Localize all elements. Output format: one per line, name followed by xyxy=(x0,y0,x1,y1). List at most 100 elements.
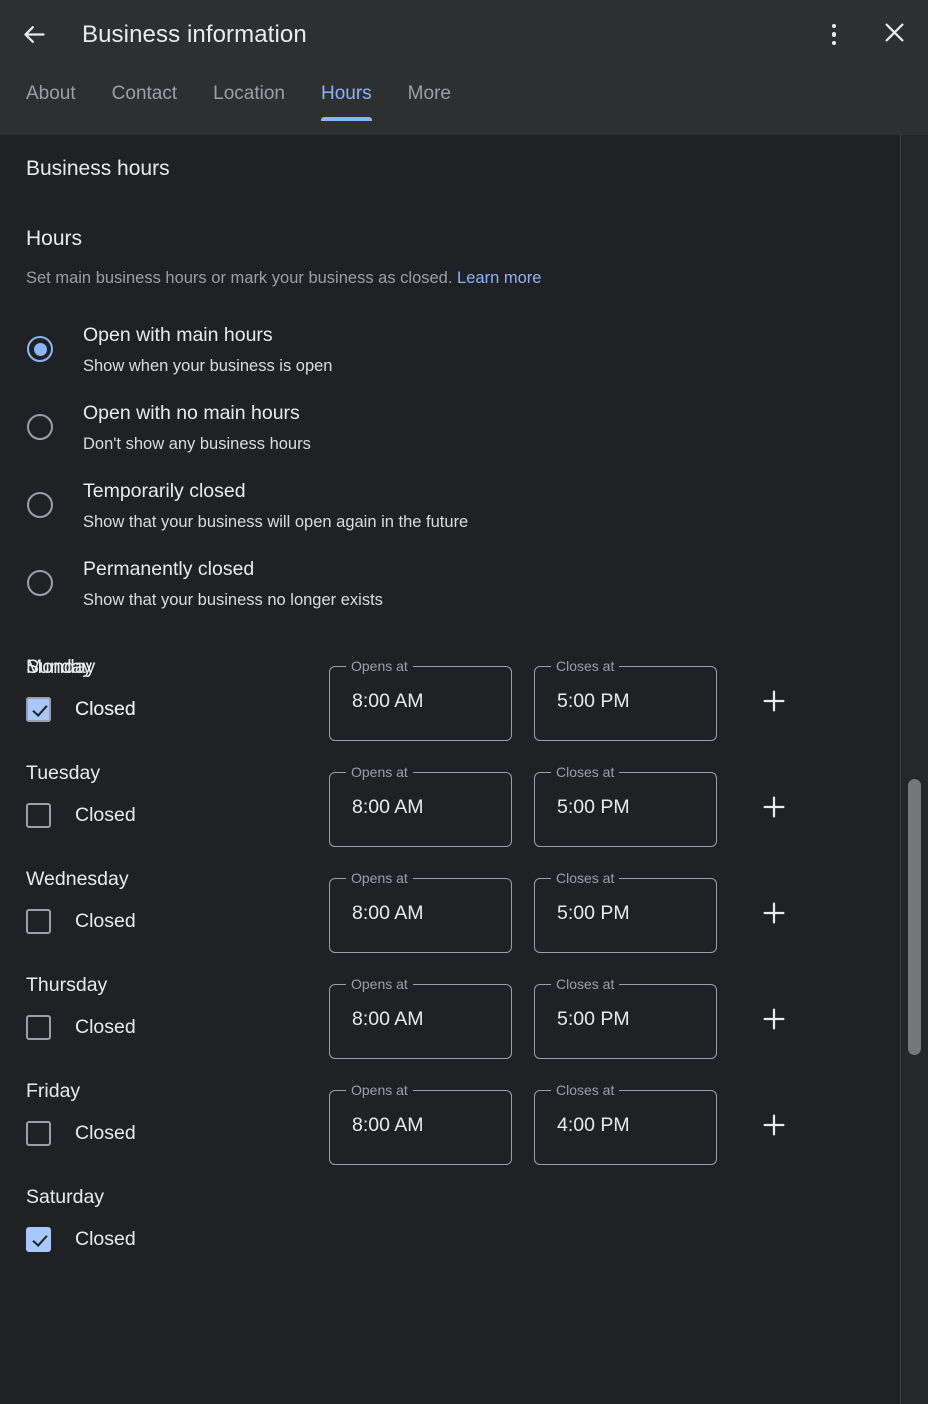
header-top-bar: Business information xyxy=(0,0,928,69)
opens-at-value: 8:00 AM xyxy=(352,1007,424,1030)
closes-at-field-tuesday[interactable]: Closes at 5:00 PM xyxy=(534,763,717,847)
day-row-monday: Monday Closed Opens at 8:00 AM Closes at… xyxy=(26,655,874,741)
closes-at-field-thursday[interactable]: Closes at 5:00 PM xyxy=(534,975,717,1059)
time-fields-thursday: Opens at 8:00 AM Closes at 5:00 PM xyxy=(329,975,800,1059)
radio-indicator[interactable] xyxy=(27,492,53,519)
radio-texts: Open with no main hours Don't show any b… xyxy=(83,402,311,455)
closes-at-value: 5:00 PM xyxy=(557,689,630,712)
closed-checkbox-wednesday[interactable]: Closed xyxy=(26,909,306,935)
closed-checkbox-saturday[interactable]: Closed xyxy=(26,1227,306,1253)
active-tab-indicator xyxy=(320,117,372,121)
closes-at-field-friday[interactable]: Closes at 4:00 PM xyxy=(534,1081,717,1165)
radio-indicator[interactable] xyxy=(27,336,53,363)
checkbox-indicator[interactable] xyxy=(26,697,51,723)
business-information-dialog: Business information About Contact Locat… xyxy=(0,0,928,1404)
tab-location[interactable]: Location xyxy=(195,69,303,121)
radio-option-temporarily-closed[interactable]: Temporarily closed Show that your busine… xyxy=(26,480,874,533)
radio-sublabel: Don't show any business hours xyxy=(83,435,311,454)
arrow-back-icon xyxy=(21,21,48,48)
add-hours-button-thursday[interactable] xyxy=(748,996,800,1048)
checkbox-indicator[interactable] xyxy=(26,1227,51,1253)
radio-texts: Permanently closed Show that your busine… xyxy=(83,558,383,611)
day-row-thursday: Thursday Closed Opens at 8:00 AM Closes … xyxy=(26,973,874,1059)
radio-sublabel: Show that your business will open again … xyxy=(83,513,469,532)
time-fields-wednesday: Opens at 8:00 AM Closes at 5:00 PM xyxy=(329,869,800,953)
vertical-scrollbar-track[interactable] xyxy=(900,135,928,1404)
tab-hours[interactable]: Hours xyxy=(303,69,390,121)
radio-option-open-with-main-hours[interactable]: Open with main hours Show when your busi… xyxy=(26,324,874,377)
closed-checkbox-monday[interactable]: Closed xyxy=(26,697,306,723)
closes-at-value: 5:00 PM xyxy=(557,1007,630,1030)
opens-at-value: 8:00 AM xyxy=(352,689,424,712)
day-row-wednesday: Wednesday Closed Opens at 8:00 AM Closes… xyxy=(26,867,874,953)
day-name: Monday xyxy=(26,655,96,678)
day-name: Tuesday xyxy=(26,761,101,784)
tab-contact[interactable]: Contact xyxy=(94,69,195,121)
day-name: Thursday xyxy=(26,973,108,996)
opens-at-field-wednesday[interactable]: Opens at 8:00 AM xyxy=(329,869,512,953)
time-fields-tuesday: Opens at 8:00 AM Closes at 5:00 PM xyxy=(329,763,800,847)
checkbox-indicator[interactable] xyxy=(26,1015,51,1041)
hours-description: Set main business hours or mark your bus… xyxy=(26,268,874,289)
closes-at-value: 5:00 PM xyxy=(557,795,630,818)
closes-at-field-wednesday[interactable]: Closes at 5:00 PM xyxy=(534,869,717,953)
close-button[interactable] xyxy=(872,13,916,57)
closes-at-field-monday[interactable]: Closes at 5:00 PM xyxy=(534,657,717,741)
radio-indicator[interactable] xyxy=(27,414,53,441)
hours-status-radio-group: Open with main hours Show when your busi… xyxy=(26,324,874,610)
day-left-saturday: Saturday Closed xyxy=(26,1185,306,1253)
opens-at-label: Opens at xyxy=(346,869,413,887)
opens-at-field-tuesday[interactable]: Opens at 8:00 AM xyxy=(329,763,512,847)
learn-more-link[interactable]: Learn more xyxy=(457,269,541,287)
closed-checkbox-friday[interactable]: Closed xyxy=(26,1121,306,1147)
opens-at-label: Opens at xyxy=(346,763,413,781)
back-button[interactable] xyxy=(10,11,58,59)
radio-label: Permanently closed xyxy=(83,557,255,580)
vertical-scrollbar-thumb[interactable] xyxy=(908,779,921,1055)
checkbox-indicator[interactable] xyxy=(26,1121,51,1147)
checkbox-indicator[interactable] xyxy=(26,909,51,935)
hours-panel: Business hours Hours Set main business h… xyxy=(0,135,900,1404)
closes-at-label: Closes at xyxy=(551,763,620,781)
business-hours-heading: Business hours xyxy=(26,157,170,180)
closes-at-label: Closes at xyxy=(551,657,620,675)
radio-label: Open with no main hours xyxy=(83,402,300,425)
tab-more[interactable]: More xyxy=(390,69,469,121)
closed-checkbox-thursday[interactable]: Closed xyxy=(26,1015,306,1041)
radio-indicator[interactable] xyxy=(27,569,53,596)
opens-at-field-friday[interactable]: Opens at 8:00 AM xyxy=(329,1081,512,1165)
opens-at-field-monday[interactable]: Opens at 8:00 AM xyxy=(329,657,512,741)
overflow-menu-button[interactable] xyxy=(812,13,856,57)
opens-at-value: 8:00 AM xyxy=(352,901,424,924)
tab-about[interactable]: About xyxy=(8,69,94,121)
hours-heading: Hours xyxy=(26,227,83,250)
checkbox-label: Closed xyxy=(75,804,136,827)
radio-option-permanently-closed[interactable]: Permanently closed Show that your busine… xyxy=(26,558,874,611)
time-fields-friday: Opens at 8:00 AM Closes at 4:00 PM xyxy=(329,1081,800,1165)
opens-at-label: Opens at xyxy=(346,1081,413,1099)
add-hours-button-friday[interactable] xyxy=(748,1102,800,1154)
add-icon xyxy=(759,1004,789,1039)
radio-texts: Open with main hours Show when your busi… xyxy=(83,324,332,377)
add-icon xyxy=(759,686,789,721)
opens-at-field-thursday[interactable]: Opens at 8:00 AM xyxy=(329,975,512,1059)
add-icon xyxy=(759,1110,789,1145)
day-name: Wednesday xyxy=(26,867,129,890)
day-left-thursday: Thursday Closed xyxy=(26,973,306,1041)
add-hours-button-monday[interactable] xyxy=(748,678,800,730)
radio-sublabel: Show that your business no longer exists xyxy=(83,590,383,609)
closed-checkbox-tuesday[interactable]: Closed xyxy=(26,803,306,829)
add-hours-button-wednesday[interactable] xyxy=(748,890,800,942)
day-row-tuesday: Tuesday Closed Opens at 8:00 AM Closes a… xyxy=(26,761,874,847)
closes-at-label: Closes at xyxy=(551,869,620,887)
day-name: Saturday xyxy=(26,1185,105,1208)
weekly-hours-list: Sunday Closed Monday Closed Opens at 8:0… xyxy=(26,655,874,1253)
checkbox-indicator[interactable] xyxy=(26,803,51,829)
add-hours-button-tuesday[interactable] xyxy=(748,784,800,836)
radio-option-open-with-no-main-hours[interactable]: Open with no main hours Don't show any b… xyxy=(26,402,874,455)
radio-label: Open with main hours xyxy=(83,324,273,347)
tab-label: Contact xyxy=(111,83,178,104)
checkbox-label: Closed xyxy=(75,1016,136,1039)
closes-at-label: Closes at xyxy=(551,975,620,993)
page-title: Business information xyxy=(82,20,307,48)
